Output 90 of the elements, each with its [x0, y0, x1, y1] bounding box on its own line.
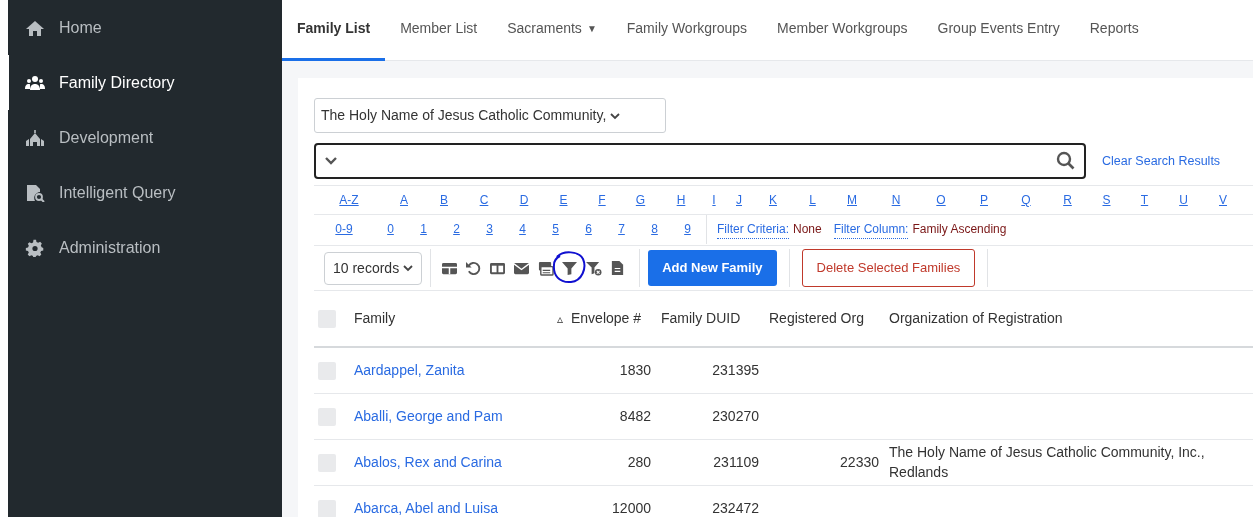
filter-criteria-label: Filter Criteria:	[717, 219, 789, 239]
church-icon	[25, 128, 45, 147]
tab[interactable]: Member Workgroups	[762, 0, 923, 61]
letter-link[interactable]: M	[831, 191, 873, 209]
digit-link[interactable]: 5	[539, 220, 572, 238]
tab[interactable]: Family Workgroups	[611, 0, 763, 61]
registered-org: 22330	[840, 453, 879, 470]
chevron-down-icon	[403, 264, 414, 272]
letter-link[interactable]: F	[583, 191, 621, 209]
letter-link[interactable]: L	[794, 191, 831, 209]
filter-icon[interactable]	[560, 260, 578, 276]
envelope-number: 280	[627, 453, 651, 470]
filter-column-value: Family Ascending	[912, 221, 1007, 238]
letter-link[interactable]: B	[424, 191, 464, 209]
letter-link[interactable]: E	[544, 191, 583, 209]
search-icon[interactable]	[1056, 151, 1076, 171]
undo-icon[interactable]	[464, 260, 482, 276]
digit-link[interactable]: 3	[473, 220, 506, 238]
column-header[interactable]: Organization of Registration	[889, 310, 1063, 326]
tab[interactable]: Group Events Entry	[922, 0, 1075, 61]
letter-link[interactable]: Q	[1005, 191, 1047, 209]
tab[interactable]: Sacraments ▼	[492, 0, 612, 61]
envelope-number: 12000	[612, 499, 651, 516]
envelope-number: 1830	[619, 361, 651, 378]
people-icon	[25, 73, 45, 92]
letter-link[interactable]: O	[919, 191, 963, 209]
family-duid: 231395	[712, 361, 759, 378]
digit-link[interactable]: 6	[572, 220, 605, 238]
table-icon[interactable]	[440, 260, 458, 276]
chevron-down-icon	[610, 111, 621, 120]
family-link[interactable]: Abarca, Abel and Luisa	[354, 499, 498, 516]
column-header[interactable]: Registered Org	[769, 310, 864, 326]
digit-link[interactable]: 0	[374, 220, 407, 238]
search-field[interactable]	[314, 143, 1086, 179]
letter-link[interactable]: V	[1203, 191, 1243, 209]
letter-link[interactable]: P	[963, 191, 1005, 209]
digit-link[interactable]: 0-9	[314, 220, 374, 238]
family-link[interactable]: Aardappel, Zanita	[354, 361, 465, 378]
filter-criteria-value: None	[793, 221, 822, 238]
letter-link[interactable]: J	[726, 191, 752, 209]
sidebar-item[interactable]: Administration	[6, 220, 282, 275]
organization-name: The Holy Name of Jesus Catholic Community, Inc., Redlands	[889, 443, 1205, 480]
sidebar-item[interactable]: Intelligent Query	[6, 165, 282, 220]
organization-select[interactable]: The Holy Name of Jesus Catholic Community,	[314, 98, 666, 133]
letter-link[interactable]: A-Z	[314, 191, 384, 209]
letter-link[interactable]: I	[702, 191, 726, 209]
letter-link[interactable]: A	[384, 191, 424, 209]
letter-link[interactable]: N	[873, 191, 919, 209]
filter-clear-icon[interactable]	[584, 260, 602, 276]
digit-link[interactable]: 7	[605, 220, 638, 238]
column-header[interactable]: Family	[354, 310, 396, 326]
digit-link[interactable]: 2	[440, 220, 473, 238]
clear-search-link[interactable]: Clear Search Results	[1102, 151, 1221, 171]
columns-icon[interactable]	[488, 260, 506, 276]
family-duid: 230270	[712, 407, 759, 424]
family-link[interactable]: Abalos, Rex and Carina	[354, 453, 502, 470]
digit-link[interactable]: 9	[671, 220, 704, 238]
letter-link[interactable]: G	[621, 191, 660, 209]
letter-link[interactable]: U	[1164, 191, 1203, 209]
sidebar-item[interactable]: Home	[6, 0, 282, 55]
letter-link[interactable]: C	[464, 191, 504, 209]
envelope-number: 8482	[619, 407, 651, 424]
add-button[interactable]: Add New Family	[648, 250, 777, 286]
letter-link[interactable]: T	[1125, 191, 1164, 209]
family-duid: 231109	[713, 453, 759, 470]
delete-button[interactable]: Delete Selected Families	[801, 249, 976, 287]
letter-link[interactable]: R	[1047, 191, 1088, 209]
column-header[interactable]: Envelope #	[571, 310, 642, 326]
filter-column-label: Filter Column:	[833, 219, 909, 239]
chevron-down-icon	[324, 156, 338, 166]
family-link[interactable]: Aballi, George and Pam	[354, 407, 503, 424]
sort-icon[interactable]: ▵	[557, 310, 563, 328]
letter-link[interactable]: H	[660, 191, 702, 209]
column-header[interactable]: Family DUID	[661, 310, 741, 326]
digit-link[interactable]: 4	[506, 220, 539, 238]
page-size-select[interactable]: 10 records	[324, 251, 423, 285]
sidebar-item[interactable]: Development	[6, 110, 282, 165]
digit-link[interactable]: 8	[638, 220, 671, 238]
document-search-icon	[25, 183, 45, 202]
letter-link[interactable]: K	[752, 191, 794, 209]
mail-icon[interactable]	[512, 260, 530, 276]
family-duid: 232472	[712, 499, 759, 516]
letter-link[interactable]: D	[504, 191, 544, 209]
digit-link[interactable]: 1	[407, 220, 440, 238]
tab[interactable]: Member List	[385, 0, 493, 61]
home-icon	[25, 18, 45, 37]
settings-icon	[25, 238, 45, 257]
tab[interactable]: Reports	[1074, 0, 1154, 61]
swap-icon[interactable]	[536, 260, 554, 276]
letter-link[interactable]: S	[1088, 191, 1125, 209]
